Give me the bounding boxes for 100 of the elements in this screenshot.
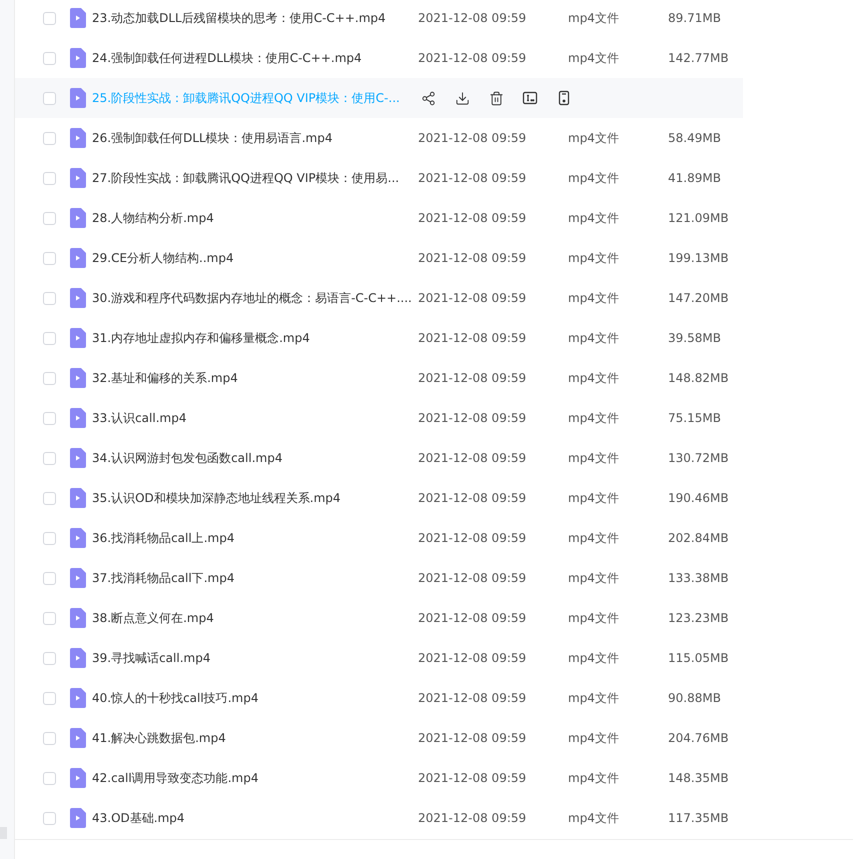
video-file-icon (70, 768, 86, 788)
video-file-icon (70, 808, 86, 828)
file-name[interactable]: 24.强制卸载任何进程DLL模块：使用C-C++.mp4 (92, 49, 418, 67)
file-type: mp4文件 (568, 330, 620, 347)
modified-date: 2021-12-08 09:59 (418, 290, 528, 307)
file-name[interactable]: 37.找消耗物品call下.mp4 (92, 569, 418, 587)
file-type: mp4文件 (568, 690, 620, 707)
checkbox[interactable] (43, 492, 56, 504)
file-row[interactable]: 43.OD基础.mp4 2021-12-08 09:59 mp4文件 117.35MB (15, 798, 743, 838)
checkbox[interactable] (43, 772, 56, 784)
video-file-icon (70, 408, 86, 428)
file-row[interactable]: 24.强制卸载任何进程DLL模块：使用C-C++.mp4 2021-12-08 09:59 mp4文件 142.77MB (15, 38, 743, 78)
file-name[interactable]: 29.CE分析人物结构..mp4 (92, 249, 418, 267)
file-name[interactable]: 40.惊人的十秒找call技巧.mp4 (92, 689, 418, 707)
checkbox[interactable] (43, 652, 56, 664)
file-size: 202.84MB (668, 530, 729, 547)
video-file-icon (70, 48, 86, 68)
checkbox[interactable] (43, 52, 56, 64)
file-row[interactable]: 28.人物结构分析.mp4 2021-12-08 09:59 mp4文件 121.09MB (15, 198, 743, 238)
checkbox[interactable] (43, 92, 56, 104)
checkbox[interactable] (43, 812, 56, 824)
file-name[interactable]: 39.寻找喊话call.mp4 (92, 649, 418, 667)
video-file-icon (70, 488, 86, 508)
modified-date: 2021-12-08 09:59 (418, 570, 528, 587)
file-type: mp4文件 (568, 370, 620, 387)
video-file-icon (70, 608, 86, 628)
file-row[interactable]: 38.断点意义何在.mp4 2021-12-08 09:59 mp4文件 123.23MB (15, 598, 743, 638)
file-row[interactable]: 31.内存地址虚拟内存和偏移量概念.mp4 2021-12-08 09:59 mp4文件 39.58MB (15, 318, 743, 358)
checkbox[interactable] (43, 532, 56, 544)
checkbox[interactable] (43, 372, 56, 384)
modified-date: 2021-12-08 09:59 (418, 370, 528, 387)
file-row[interactable]: 29.CE分析人物结构..mp4 2021-12-08 09:59 mp4文件 199.13MB (15, 238, 743, 278)
checkbox[interactable] (43, 452, 56, 464)
file-type: mp4文件 (568, 250, 620, 267)
file-name[interactable]: 23.动态加载DLL后残留模块的思考：使用C-C++.mp4 (92, 9, 418, 27)
file-row[interactable]: 39.寻找喊话call.mp4 2021-12-08 09:59 mp4文件 115.05MB (15, 638, 743, 678)
checkbox[interactable] (43, 132, 56, 144)
file-type: mp4文件 (568, 530, 620, 547)
file-name[interactable]: 43.OD基础.mp4 (92, 809, 418, 827)
video-file-icon (70, 448, 86, 468)
file-row[interactable]: 23.动态加载DLL后残留模块的思考：使用C-C++.mp4 2021-12-08 09:59 mp4文件 89.71MB (15, 0, 743, 38)
modified-date: 2021-12-08 09:59 (418, 450, 528, 467)
file-name[interactable]: 33.认识call.mp4 (92, 409, 418, 427)
file-name[interactable]: 36.找消耗物品call上.mp4 (92, 529, 418, 547)
checkbox[interactable] (43, 212, 56, 224)
checkbox[interactable] (43, 332, 56, 344)
file-row[interactable]: 33.认识call.mp4 2021-12-08 09:59 mp4文件 75.15MB (15, 398, 743, 438)
file-type: mp4文件 (568, 450, 620, 467)
file-name[interactable]: 28.人物结构分析.mp4 (92, 209, 418, 227)
modified-date: 2021-12-08 09:59 (418, 130, 528, 147)
file-row[interactable]: 34.认识网游封包发包函数call.mp4 2021-12-08 09:59 mp4文件 130.72MB (15, 438, 743, 478)
modified-date: 2021-12-08 09:59 (418, 170, 528, 187)
checkbox[interactable] (43, 612, 56, 624)
file-row[interactable]: 41.解决心跳数据包.mp4 2021-12-08 09:59 mp4文件 204.76MB (15, 718, 743, 758)
file-name[interactable]: 27.阶段性实战：卸载腾讯QQ进程QQ VIP模块：使用易... (92, 169, 418, 187)
file-row[interactable]: 36.找消耗物品call上.mp4 2021-12-08 09:59 mp4文件 202.84MB (15, 518, 743, 558)
file-name[interactable]: 35.认识OD和模块加深静态地址线程关系.mp4 (92, 489, 418, 507)
file-type: mp4文件 (568, 810, 620, 827)
file-row[interactable]: 37.找消耗物品call下.mp4 2021-12-08 09:59 mp4文件 133.38MB (15, 558, 743, 598)
file-name[interactable]: 42.call调用导致变态功能.mp4 (92, 769, 418, 787)
checkbox[interactable] (43, 172, 56, 184)
file-row[interactable]: 35.认识OD和模块加深静态地址线程关系.mp4 2021-12-08 09:59 mp4文件 190.46MB (15, 478, 743, 518)
file-name[interactable]: 38.断点意义何在.mp4 (92, 609, 418, 627)
file-name[interactable]: 30.游戏和程序代码数据内存地址的概念：易语言-C-C++.... (92, 289, 418, 307)
file-row[interactable]: 26.强制卸载任何DLL模块：使用易语言.mp4 2021-12-08 09:59 mp4文件 58.49MB (15, 118, 743, 158)
file-name[interactable]: 26.强制卸载任何DLL模块：使用易语言.mp4 (92, 129, 418, 147)
file-row[interactable]: 40.惊人的十秒找call技巧.mp4 2021-12-08 09:59 mp4文件 90.88MB (15, 678, 743, 718)
video-file-icon (70, 728, 86, 748)
file-name[interactable]: 34.认识网游封包发包函数call.mp4 (92, 449, 418, 467)
video-file-icon (70, 248, 86, 268)
video-file-icon (70, 648, 86, 668)
file-type: mp4文件 (568, 170, 620, 187)
file-size: 190.46MB (668, 490, 729, 507)
file-row[interactable]: 42.call调用导致变态功能.mp4 2021-12-08 09:59 mp4文件 148.35MB (15, 758, 743, 798)
file-row[interactable]: 27.阶段性实战：卸载腾讯QQ进程QQ VIP模块：使用易... 2021-12-08 09:59 mp4文件 41.89MB (15, 158, 743, 198)
checkbox[interactable] (43, 732, 56, 744)
modified-date: 2021-12-08 09:59 (418, 690, 528, 707)
file-name[interactable]: 41.解决心跳数据包.mp4 (92, 729, 418, 747)
file-name[interactable]: 32.基址和偏移的关系.mp4 (92, 369, 418, 387)
video-file-icon (70, 288, 86, 308)
file-size: 130.72MB (668, 450, 729, 467)
checkbox[interactable] (43, 292, 56, 304)
checkbox[interactable] (43, 252, 56, 264)
modified-date: 2021-12-08 09:59 (418, 530, 528, 547)
checkbox[interactable] (43, 692, 56, 704)
modified-date: 2021-12-08 09:59 (418, 770, 528, 787)
file-size: 148.82MB (668, 370, 729, 387)
file-row[interactable]: 32.基址和偏移的关系.mp4 2021-12-08 09:59 mp4文件 148.82MB (15, 358, 743, 398)
video-file-icon (70, 8, 86, 28)
file-size: 121.09MB (668, 210, 729, 227)
modified-date: 2021-12-08 09:59 (418, 730, 528, 747)
checkbox[interactable] (43, 412, 56, 424)
file-name[interactable]: 31.内存地址虚拟内存和偏移量概念.mp4 (92, 329, 418, 347)
checkbox[interactable] (43, 12, 56, 24)
file-type: mp4文件 (568, 130, 620, 147)
checkbox[interactable] (43, 572, 56, 584)
file-type: mp4文件 (568, 770, 620, 787)
modified-date: 2021-12-08 09:59 (418, 410, 528, 427)
file-size: 75.15MB (668, 410, 721, 427)
file-row[interactable]: 30.游戏和程序代码数据内存地址的概念：易语言-C-C++.... 2021-12-08 09:59 mp4文件 147.20MB (15, 278, 743, 318)
